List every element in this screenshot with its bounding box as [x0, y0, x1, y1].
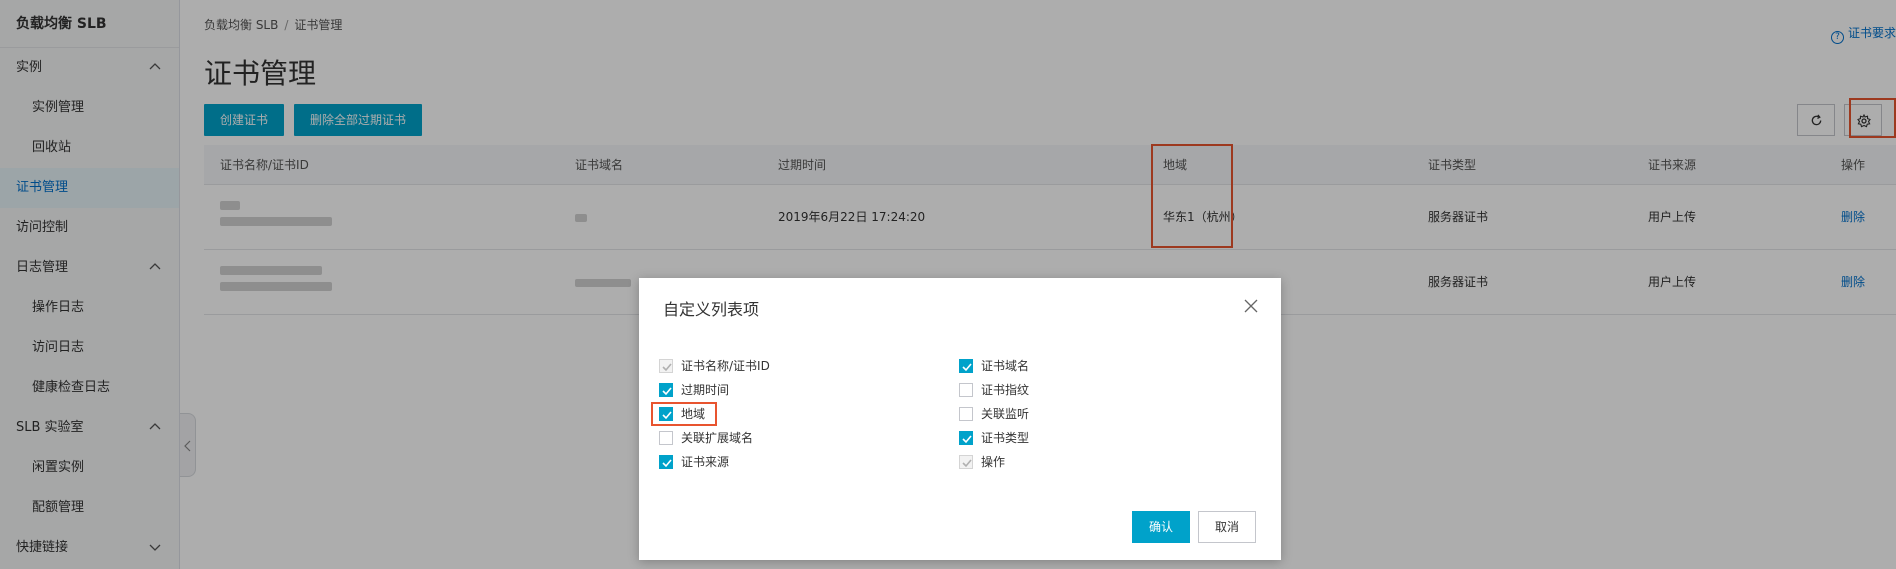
cancel-button[interactable]: 取消 [1198, 511, 1256, 543]
checkbox [959, 455, 973, 469]
option-cert-fingerprint[interactable]: 证书指纹 [959, 382, 1029, 400]
option-cert-source[interactable]: 证书来源 [659, 454, 729, 472]
option-label: 证书类型 [981, 431, 1030, 445]
option-cert-name: 证书名称/证书ID [659, 358, 770, 376]
option-label: 证书来源 [681, 455, 730, 469]
check-icon [962, 363, 972, 372]
checkbox[interactable] [659, 455, 673, 469]
option-linked-listener[interactable]: 关联监听 [959, 406, 1029, 424]
option-label: 关联扩展域名 [681, 431, 754, 445]
checkbox[interactable] [959, 431, 973, 445]
option-label: 过期时间 [681, 383, 730, 397]
checkbox[interactable] [659, 431, 673, 445]
option-expire-time[interactable]: 过期时间 [659, 382, 729, 400]
option-cert-type[interactable]: 证书类型 [959, 430, 1029, 448]
check-icon [662, 387, 672, 396]
checkbox[interactable] [659, 383, 673, 397]
option-actions: 操作 [959, 454, 1005, 472]
option-label: 操作 [981, 455, 1006, 469]
region-option-highlight-box [651, 402, 717, 426]
option-label: 证书指纹 [981, 383, 1030, 397]
close-icon[interactable] [1243, 298, 1259, 314]
check-icon [662, 363, 672, 372]
option-label: 关联监听 [981, 407, 1030, 421]
checkbox [659, 359, 673, 373]
confirm-button[interactable]: 确认 [1132, 511, 1190, 543]
dialog-title: 自定义列表项 [663, 300, 760, 319]
check-icon [962, 435, 972, 444]
option-extension-domain[interactable]: 关联扩展域名 [659, 430, 753, 448]
check-icon [962, 459, 972, 468]
option-label: 证书名称/证书ID [681, 359, 770, 373]
checkbox[interactable] [959, 407, 973, 421]
checkbox[interactable] [959, 383, 973, 397]
option-label: 证书域名 [981, 359, 1030, 373]
check-icon [662, 459, 672, 468]
option-cert-domain[interactable]: 证书域名 [959, 358, 1029, 376]
checkbox[interactable] [959, 359, 973, 373]
customize-columns-dialog: 自定义列表项 证书名称/证书ID 过期时间 地域 关联扩展域名 证书来源 证书域… [639, 278, 1281, 560]
